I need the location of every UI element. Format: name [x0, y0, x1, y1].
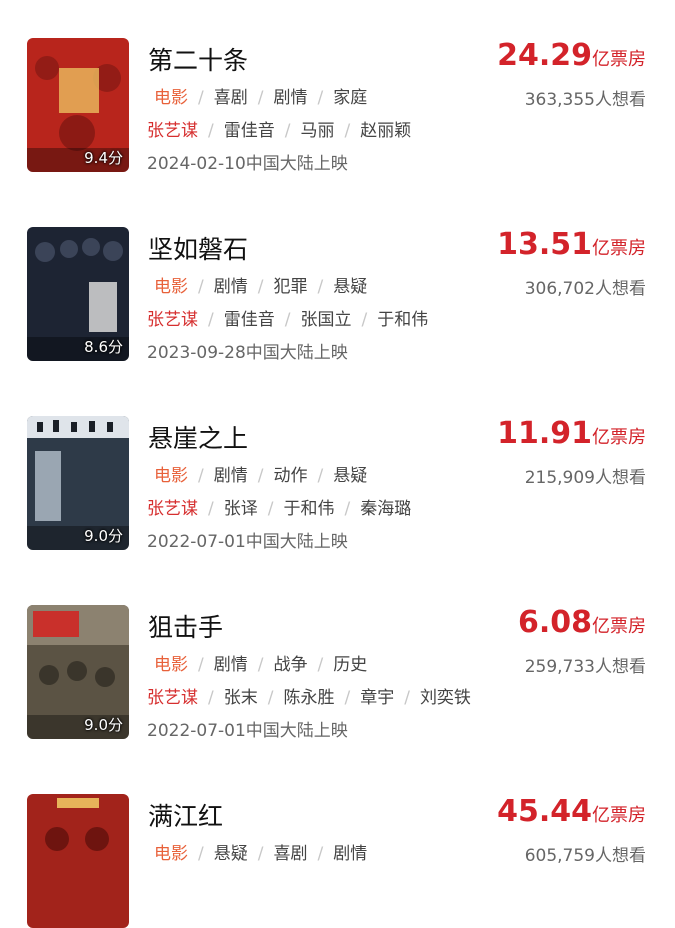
cast-name: 雷佳音 — [223, 310, 275, 330]
box-office-value: 13.51 — [497, 227, 592, 262]
cast-name: 马丽 — [300, 121, 335, 141]
cast-name: 赵丽颖 — [360, 121, 412, 141]
genre-line: 电影 / 剧情 / 动作 / 悬疑 — [154, 466, 368, 486]
cast-name: 刘奕铁 — [419, 688, 471, 708]
want-count: 259,733人想看 — [524, 657, 646, 677]
type-tag: 电影 — [154, 277, 188, 297]
genre-tag: 悬疑 — [213, 844, 248, 864]
cast-name: 张译 — [223, 499, 258, 519]
genre-line: 电影 / 悬疑 / 喜剧 / 剧情 — [154, 844, 368, 864]
genre-tag: 战争 — [273, 655, 308, 675]
box-office-value: 11.91 — [497, 416, 592, 451]
genre-tag: 历史 — [333, 655, 368, 675]
movie-poster[interactable]: 9.4分 — [27, 38, 129, 172]
genre-line: 电影 / 剧情 / 犯罪 / 悬疑 — [154, 277, 368, 297]
genre-tag: 剧情 — [213, 277, 248, 297]
genre-line: 电影 / 剧情 / 战争 / 历史 — [154, 655, 368, 675]
cast-line: 张艺谋 / 雷佳音 / 张国立 / 于和伟 — [147, 310, 429, 330]
box-office-unit: 亿票房 — [592, 616, 646, 637]
genre-tag: 剧情 — [333, 844, 368, 864]
want-count: 306,702人想看 — [524, 279, 646, 299]
movie-poster[interactable]: 9.0分 — [27, 605, 129, 739]
poster-image — [27, 794, 129, 928]
score-badge: 9.0分 — [84, 527, 123, 545]
box-office: 13.51亿票房 — [497, 227, 646, 262]
score-badge: 9.4分 — [84, 149, 123, 167]
movie-item[interactable]: 满江红 电影 / 悬疑 / 喜剧 / 剧情 45.44亿票房 605,759人想看 — [0, 794, 675, 928]
box-office-unit: 亿票房 — [592, 805, 646, 826]
movie-title: 第二十条 — [148, 46, 249, 75]
release-date: 2023-09-28中国大陆上映 — [147, 343, 348, 363]
cast-name: 张国立 — [300, 310, 352, 330]
box-office: 11.91亿票房 — [497, 416, 646, 451]
cast-name: 陈永胜 — [283, 688, 335, 708]
genre-line: 电影 / 喜剧 / 剧情 / 家庭 — [154, 88, 368, 108]
type-tag: 电影 — [154, 88, 188, 108]
director-name: 张艺谋 — [147, 688, 198, 708]
release-date: 2022-07-01中国大陆上映 — [147, 721, 348, 741]
cast-name: 雷佳音 — [223, 121, 275, 141]
box-office: 24.29亿票房 — [497, 38, 646, 73]
movie-title: 坚如磐石 — [148, 235, 249, 264]
movie-list: 9.4分 第二十条 电影 / 喜剧 / 剧情 / 家庭 张艺谋 / 雷佳音 / 马丽 / 赵丽颖 202… — [0, 0, 675, 928]
genre-tag: 悬疑 — [333, 277, 368, 297]
want-count: 605,759人想看 — [524, 846, 646, 866]
movie-poster[interactable] — [27, 794, 129, 928]
box-office-value: 6.08 — [517, 605, 592, 640]
box-office-unit: 亿票房 — [592, 238, 646, 259]
cast-name: 于和伟 — [283, 499, 335, 519]
cast-line: 张艺谋 / 张末 / 陈永胜 / 章宇 / 刘奕铁 — [147, 688, 471, 708]
want-count: 363,355人想看 — [524, 90, 646, 110]
movie-poster[interactable]: 9.0分 — [27, 416, 129, 550]
box-office-value: 24.29 — [497, 38, 592, 73]
type-tag: 电影 — [154, 655, 188, 675]
movie-poster[interactable]: 8.6分 — [27, 227, 129, 361]
type-tag: 电影 — [154, 466, 188, 486]
genre-tag: 悬疑 — [333, 466, 368, 486]
genre-tag: 动作 — [273, 466, 308, 486]
want-count: 215,909人想看 — [524, 468, 646, 488]
movie-item[interactable]: 9.4分 第二十条 电影 / 喜剧 / 剧情 / 家庭 张艺谋 / 雷佳音 / 马丽 / 赵丽颖 202… — [0, 38, 675, 227]
director-name: 张艺谋 — [147, 121, 198, 141]
movie-item[interactable]: 9.0分 悬崖之上 电影 / 剧情 / 动作 / 悬疑 张艺谋 / 张译 / 于和伟 / 秦海璐 202… — [0, 416, 675, 605]
cast-name: 章宇 — [360, 688, 395, 708]
box-office-unit: 亿票房 — [592, 49, 646, 70]
genre-tag: 剧情 — [213, 655, 248, 675]
genre-tag: 喜剧 — [213, 88, 248, 108]
cast-name: 于和伟 — [377, 310, 429, 330]
box-office-unit: 亿票房 — [592, 427, 646, 448]
release-date: 2022-07-01中国大陆上映 — [147, 532, 348, 552]
movie-title: 满江红 — [148, 802, 224, 831]
type-tag: 电影 — [154, 844, 188, 864]
cast-line: 张艺谋 / 雷佳音 / 马丽 / 赵丽颖 — [147, 121, 412, 141]
box-office: 6.08亿票房 — [518, 605, 646, 640]
movie-item[interactable]: 9.0分 狙击手 电影 / 剧情 / 战争 / 历史 张艺谋 / 张末 / 陈永胜 / 章宇 / 刘奕铁 2… — [0, 605, 675, 794]
box-office-value: 45.44 — [497, 794, 592, 829]
genre-tag: 犯罪 — [273, 277, 308, 297]
release-date: 2024-02-10中国大陆上映 — [147, 154, 348, 174]
movie-item[interactable]: 8.6分 坚如磐石 电影 / 剧情 / 犯罪 / 悬疑 张艺谋 / 雷佳音 / 张国立 / 于和伟 20… — [0, 227, 675, 416]
director-name: 张艺谋 — [147, 310, 198, 330]
score-badge: 9.0分 — [84, 716, 123, 734]
movie-title: 狙击手 — [148, 613, 224, 642]
cast-line: 张艺谋 / 张译 / 于和伟 / 秦海璐 — [147, 499, 412, 519]
genre-tag: 喜剧 — [273, 844, 308, 864]
genre-tag: 剧情 — [213, 466, 248, 486]
box-office: 45.44亿票房 — [497, 794, 646, 829]
cast-name: 秦海璐 — [360, 499, 412, 519]
movie-title: 悬崖之上 — [148, 424, 249, 453]
cast-name: 张末 — [223, 688, 258, 708]
genre-tag: 家庭 — [333, 88, 368, 108]
genre-tag: 剧情 — [273, 88, 308, 108]
score-badge: 8.6分 — [84, 338, 123, 356]
director-name: 张艺谋 — [147, 499, 198, 519]
